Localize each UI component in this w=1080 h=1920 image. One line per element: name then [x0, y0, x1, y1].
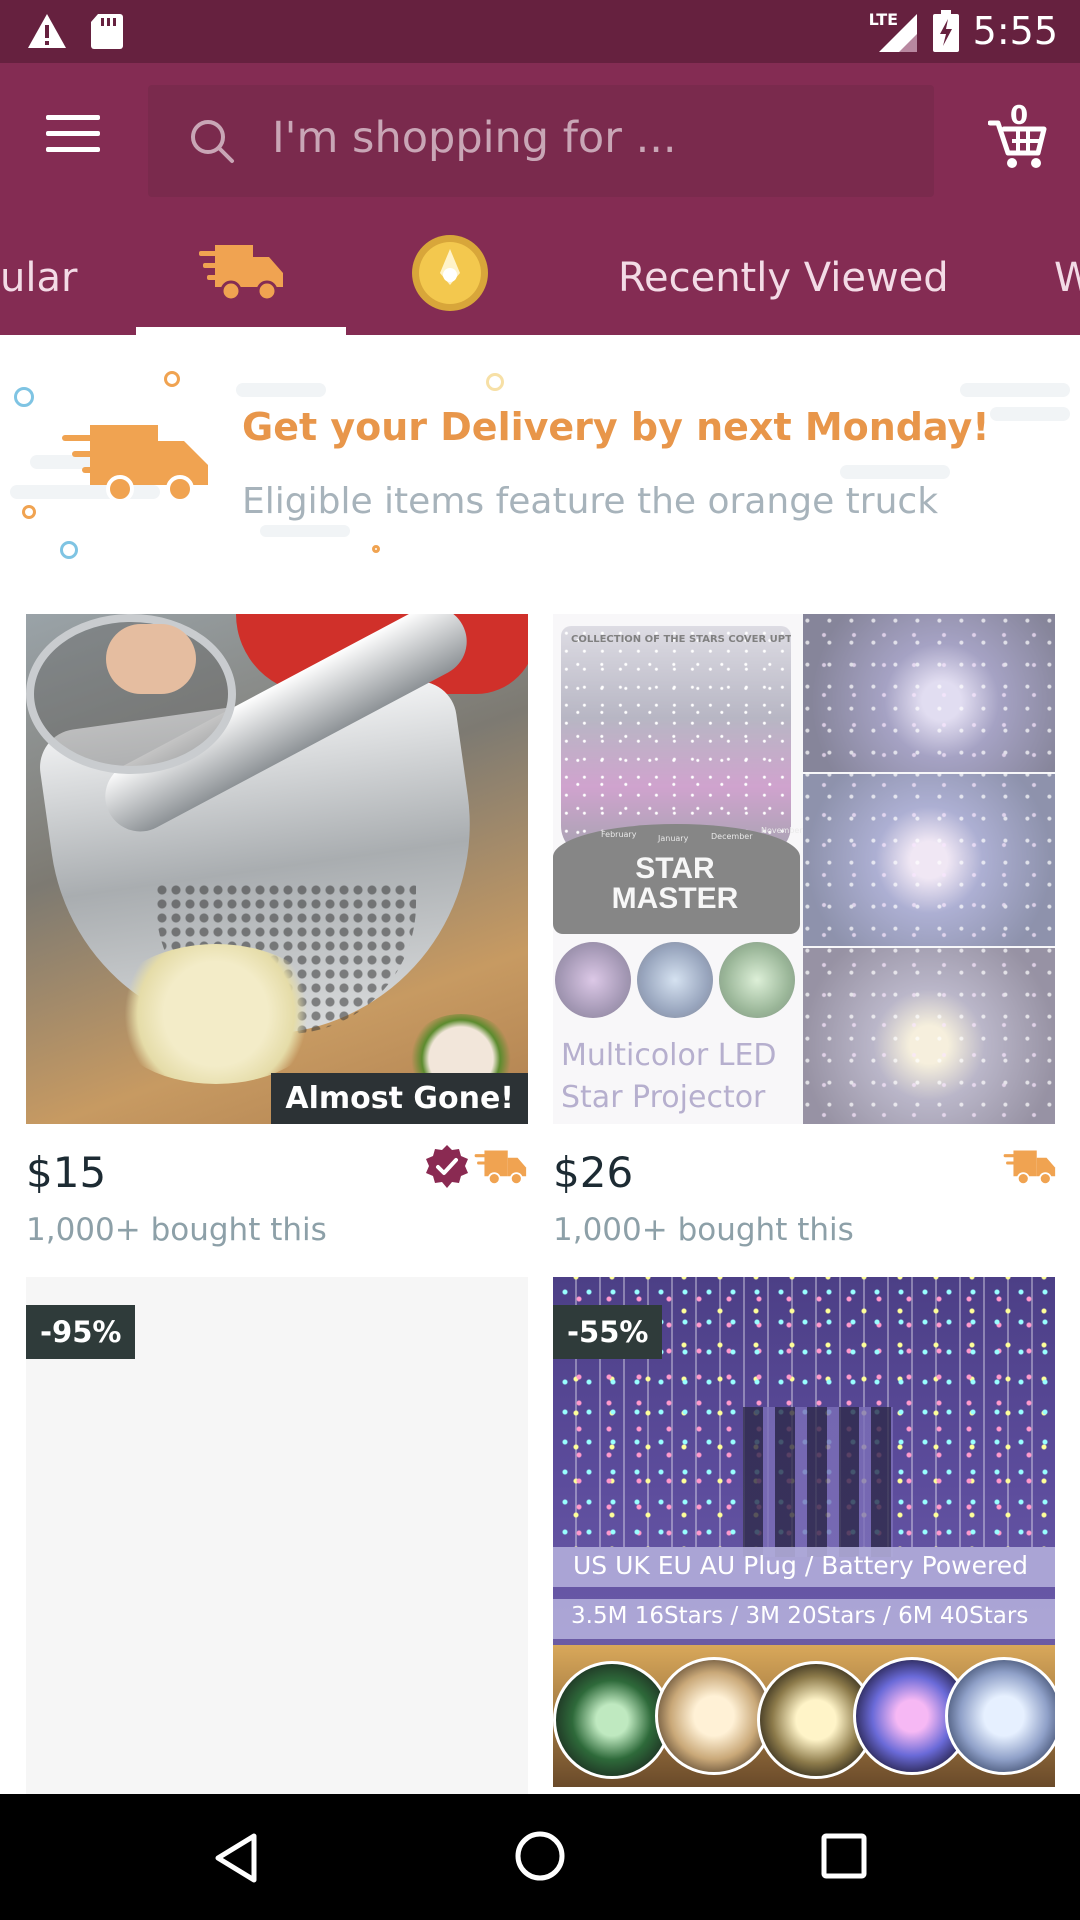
category-tabs: ular Recently Viewed W: [0, 213, 1080, 335]
image-caption: US UK EU AU Plug / Battery Powered: [573, 1551, 1028, 1580]
product-price: $26: [553, 1148, 634, 1197]
product-image[interactable]: Almost Gone!: [26, 614, 528, 1124]
delivery-banner[interactable]: Get your Delivery by next Monday! Eligib…: [0, 335, 1080, 565]
status-bar: LTE 5:55: [0, 0, 1080, 63]
almost-gone-badge: Almost Gone!: [271, 1073, 528, 1124]
product-price: $15: [26, 1148, 107, 1197]
recents-icon[interactable]: [820, 1832, 868, 1880]
home-icon[interactable]: [514, 1830, 566, 1882]
product-card[interactable]: US UK EU AU Plug / Battery Powered 3.5M …: [553, 1277, 1055, 1787]
delivery-truck-icon: [199, 245, 283, 302]
discount-badge: -55%: [553, 1305, 663, 1359]
bought-count: 1,000+ bought this: [553, 1212, 854, 1248]
banner-title: Get your Delivery by next Monday!: [242, 405, 990, 449]
banner-subtitle: Eligible items feature the orange truck: [242, 481, 939, 522]
product-image-placeholder[interactable]: -95%: [26, 1277, 528, 1794]
clock: 5:55: [972, 9, 1058, 53]
fast-delivery-icon: [1003, 1150, 1056, 1186]
search-icon: [191, 120, 234, 163]
sd-card-icon: [91, 14, 123, 49]
cart-count-badge: 0: [1010, 101, 1029, 131]
product-card[interactable]: Almost Gone! $15 1,000+ bought this: [26, 614, 528, 1254]
discount-badge: -95%: [26, 1305, 136, 1359]
back-icon[interactable]: [212, 1832, 260, 1884]
tab-fast-delivery[interactable]: [136, 213, 346, 335]
coin-icon: [412, 235, 488, 311]
bought-count: 1,000+ bought this: [26, 1212, 327, 1248]
menu-button[interactable]: [46, 115, 100, 155]
product-card[interactable]: COLLECTION OF THE STARS COVER UPTO Febru…: [553, 614, 1056, 1254]
product-image[interactable]: COLLECTION OF THE STARS COVER UPTO Febru…: [553, 614, 1055, 1124]
system-nav-bar: [0, 1794, 1080, 1920]
tab-coins[interactable]: [410, 233, 490, 313]
fast-delivery-icon: [474, 1150, 527, 1186]
app-bar: I'm shopping for ... 0 ular Recently Vie…: [0, 63, 1080, 335]
search-input[interactable]: I'm shopping for ...: [272, 113, 677, 163]
warning-icon: [28, 14, 66, 48]
product-image[interactable]: US UK EU AU Plug / Battery Powered 3.5M …: [553, 1277, 1055, 1787]
search-bar[interactable]: I'm shopping for ...: [148, 85, 934, 197]
delivery-truck-icon: [62, 425, 208, 503]
selected-tab-indicator: [136, 327, 346, 335]
battery-charging-icon: [932, 10, 959, 52]
image-caption: 3.5M 16Stars / 3M 20Stars / 6M 40Stars: [571, 1603, 1029, 1629]
product-card[interactable]: -95%: [26, 1277, 528, 1794]
verified-badge-icon: [426, 1145, 468, 1188]
signal-icon: LTE: [869, 8, 919, 54]
